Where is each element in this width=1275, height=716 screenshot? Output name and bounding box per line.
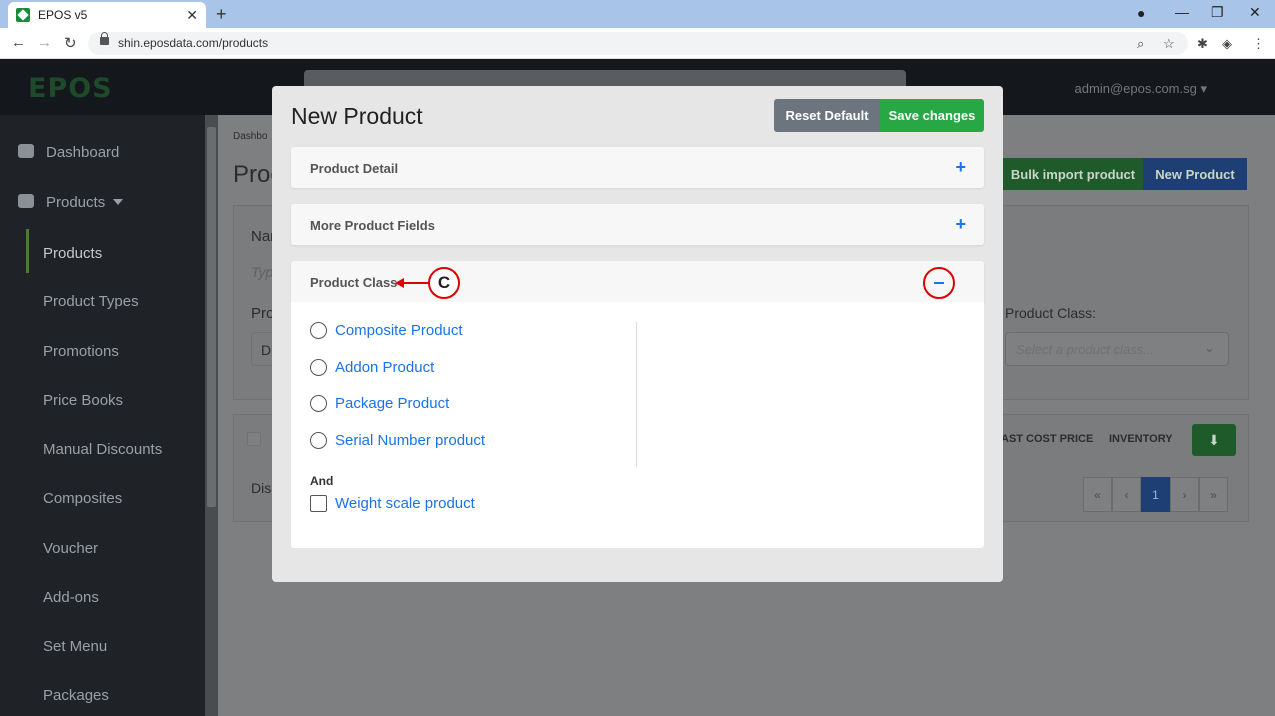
dis-label: Dis — [251, 480, 272, 496]
bulk-import-button[interactable]: Bulk import product — [1003, 158, 1143, 190]
callout-badge: C — [428, 267, 460, 299]
pager-last[interactable]: » — [1199, 477, 1228, 512]
sidebar-item-dashboard[interactable]: Dashboard — [18, 144, 119, 161]
sidebar-item-products-group[interactable]: Products — [18, 194, 124, 211]
section-product-detail[interactable]: Product Detail + — [291, 147, 984, 188]
sidebar-item-add-ons[interactable]: Add-ons — [43, 589, 99, 606]
product-class-select[interactable]: Select a product class... — [1005, 332, 1229, 366]
radio-composite-product[interactable]: Composite Product — [310, 322, 463, 339]
sidebar-item-products[interactable]: Products — [43, 245, 102, 262]
select-d: D — [261, 342, 272, 358]
select-all-checkbox[interactable] — [247, 432, 261, 446]
sidebar-item-promotions[interactable]: Promotions — [43, 343, 119, 360]
modal-title: New Product — [291, 103, 423, 129]
radio-button[interactable] — [310, 322, 327, 339]
pager-next[interactable]: › — [1170, 477, 1199, 512]
caret-down-icon — [113, 199, 124, 205]
bookmark-star-icon[interactable]: ☆ — [1163, 36, 1175, 52]
breadcrumb: Dashbo — [233, 131, 268, 142]
sidebar-item-packages[interactable]: Packages — [43, 687, 109, 704]
pager-prev[interactable]: ‹ — [1112, 477, 1141, 512]
radio-button[interactable] — [310, 432, 327, 449]
new-tab-icon[interactable]: + — [216, 4, 227, 25]
column-inventory: INVENTORY — [1109, 433, 1173, 445]
radio-button[interactable] — [310, 395, 327, 412]
browser-address-bar: ← → ↻ shin.eposdata.com/products ⌕ ☆ ✱ ◈… — [0, 28, 1275, 59]
lock-icon — [100, 32, 109, 45]
scrollbar-thumb[interactable] — [207, 127, 216, 507]
section-title: Product Class — [310, 275, 398, 290]
save-changes-button[interactable]: Save changes — [880, 99, 984, 132]
new-product-button[interactable]: New Product — [1143, 158, 1247, 190]
pager-first[interactable]: « — [1083, 477, 1112, 512]
sidebar-item-price-books[interactable]: Price Books — [43, 392, 123, 409]
expand-plus-icon[interactable]: + — [955, 157, 966, 178]
user-menu[interactable]: admin@epos.com.sg ▾ — [1075, 81, 1207, 97]
section-title: Product Detail — [310, 161, 399, 176]
url-input[interactable]: shin.eposdata.com/products — [88, 32, 1188, 55]
minimize-icon[interactable]: — — [1175, 4, 1189, 20]
sidebar-item-set-menu[interactable]: Set Menu — [43, 638, 107, 655]
radio-package-product[interactable]: Package Product — [310, 395, 449, 412]
product-class-filter-label: Product Class: — [1005, 305, 1097, 321]
dashboard-gauge-icon — [18, 144, 34, 158]
sidebar-item-manual-discounts[interactable]: Manual Discounts — [43, 441, 162, 458]
chevron-down-icon: ⌄ — [1204, 340, 1215, 355]
sidebar: Dashboard Products Products Product Type… — [0, 115, 205, 716]
epos-logo: EPOS — [28, 73, 113, 104]
profile-icon[interactable]: ● — [1137, 5, 1145, 21]
column-divider — [636, 322, 637, 467]
browser-tab-bar: EPOS v5 ✕ + ● — ❐ ✕ — [0, 0, 1275, 28]
sidebar-item-voucher[interactable]: Voucher — [43, 540, 98, 557]
column-last-cost-price: AST COST PRICE — [1001, 433, 1094, 445]
active-indicator — [26, 229, 29, 273]
reset-default-button[interactable]: Reset Default — [774, 99, 880, 132]
window-close-icon[interactable]: ✕ — [1249, 4, 1261, 21]
sidebar-item-composites[interactable]: Composites — [43, 490, 122, 507]
reload-icon[interactable]: ↻ — [64, 34, 77, 52]
radio-button[interactable] — [310, 359, 327, 376]
expand-plus-icon[interactable]: + — [955, 214, 966, 235]
download-icon[interactable]: ⬇ — [1192, 424, 1236, 456]
and-label: And — [310, 474, 334, 488]
browser-menu-icon[interactable]: ⋮ — [1252, 36, 1265, 52]
pager-page-1[interactable]: 1 — [1141, 477, 1170, 512]
radio-addon-product[interactable]: Addon Product — [310, 359, 434, 376]
extensions-puzzle-icon[interactable]: ✱ — [1197, 36, 1208, 52]
product-class-options: Composite Product Addon Product Package … — [291, 302, 984, 548]
tab-title: EPOS v5 — [38, 8, 88, 22]
radio-serial-number-product[interactable]: Serial Number product — [310, 432, 485, 449]
type-hint: Typ — [251, 264, 274, 280]
maximize-icon[interactable]: ❐ — [1211, 4, 1224, 21]
sidebar-item-product-types[interactable]: Product Types — [43, 293, 139, 310]
checkbox-weight-scale-product[interactable]: Weight scale product — [310, 495, 475, 512]
zoom-icon[interactable]: ⌕ — [1137, 36, 1144, 52]
browser-tab[interactable]: EPOS v5 ✕ — [8, 2, 206, 28]
collapse-minus-icon[interactable] — [923, 267, 955, 299]
pro-label: Pro — [251, 305, 275, 322]
section-more-product-fields[interactable]: More Product Fields + — [291, 204, 984, 245]
shopping-bag-icon — [18, 194, 34, 208]
new-product-modal: New Product Reset Default Save changes P… — [272, 86, 1003, 582]
callout-arrow-line — [402, 282, 430, 284]
tab-close-icon[interactable]: ✕ — [186, 7, 198, 24]
back-arrow-icon[interactable]: ← — [11, 34, 26, 51]
checkbox[interactable] — [310, 495, 327, 512]
epos-favicon-icon — [16, 8, 30, 22]
url-text: shin.eposdata.com/products — [118, 36, 269, 50]
extension-icon[interactable]: ◈ — [1222, 36, 1232, 52]
forward-arrow-icon[interactable]: → — [37, 34, 52, 51]
section-title: More Product Fields — [310, 218, 435, 233]
